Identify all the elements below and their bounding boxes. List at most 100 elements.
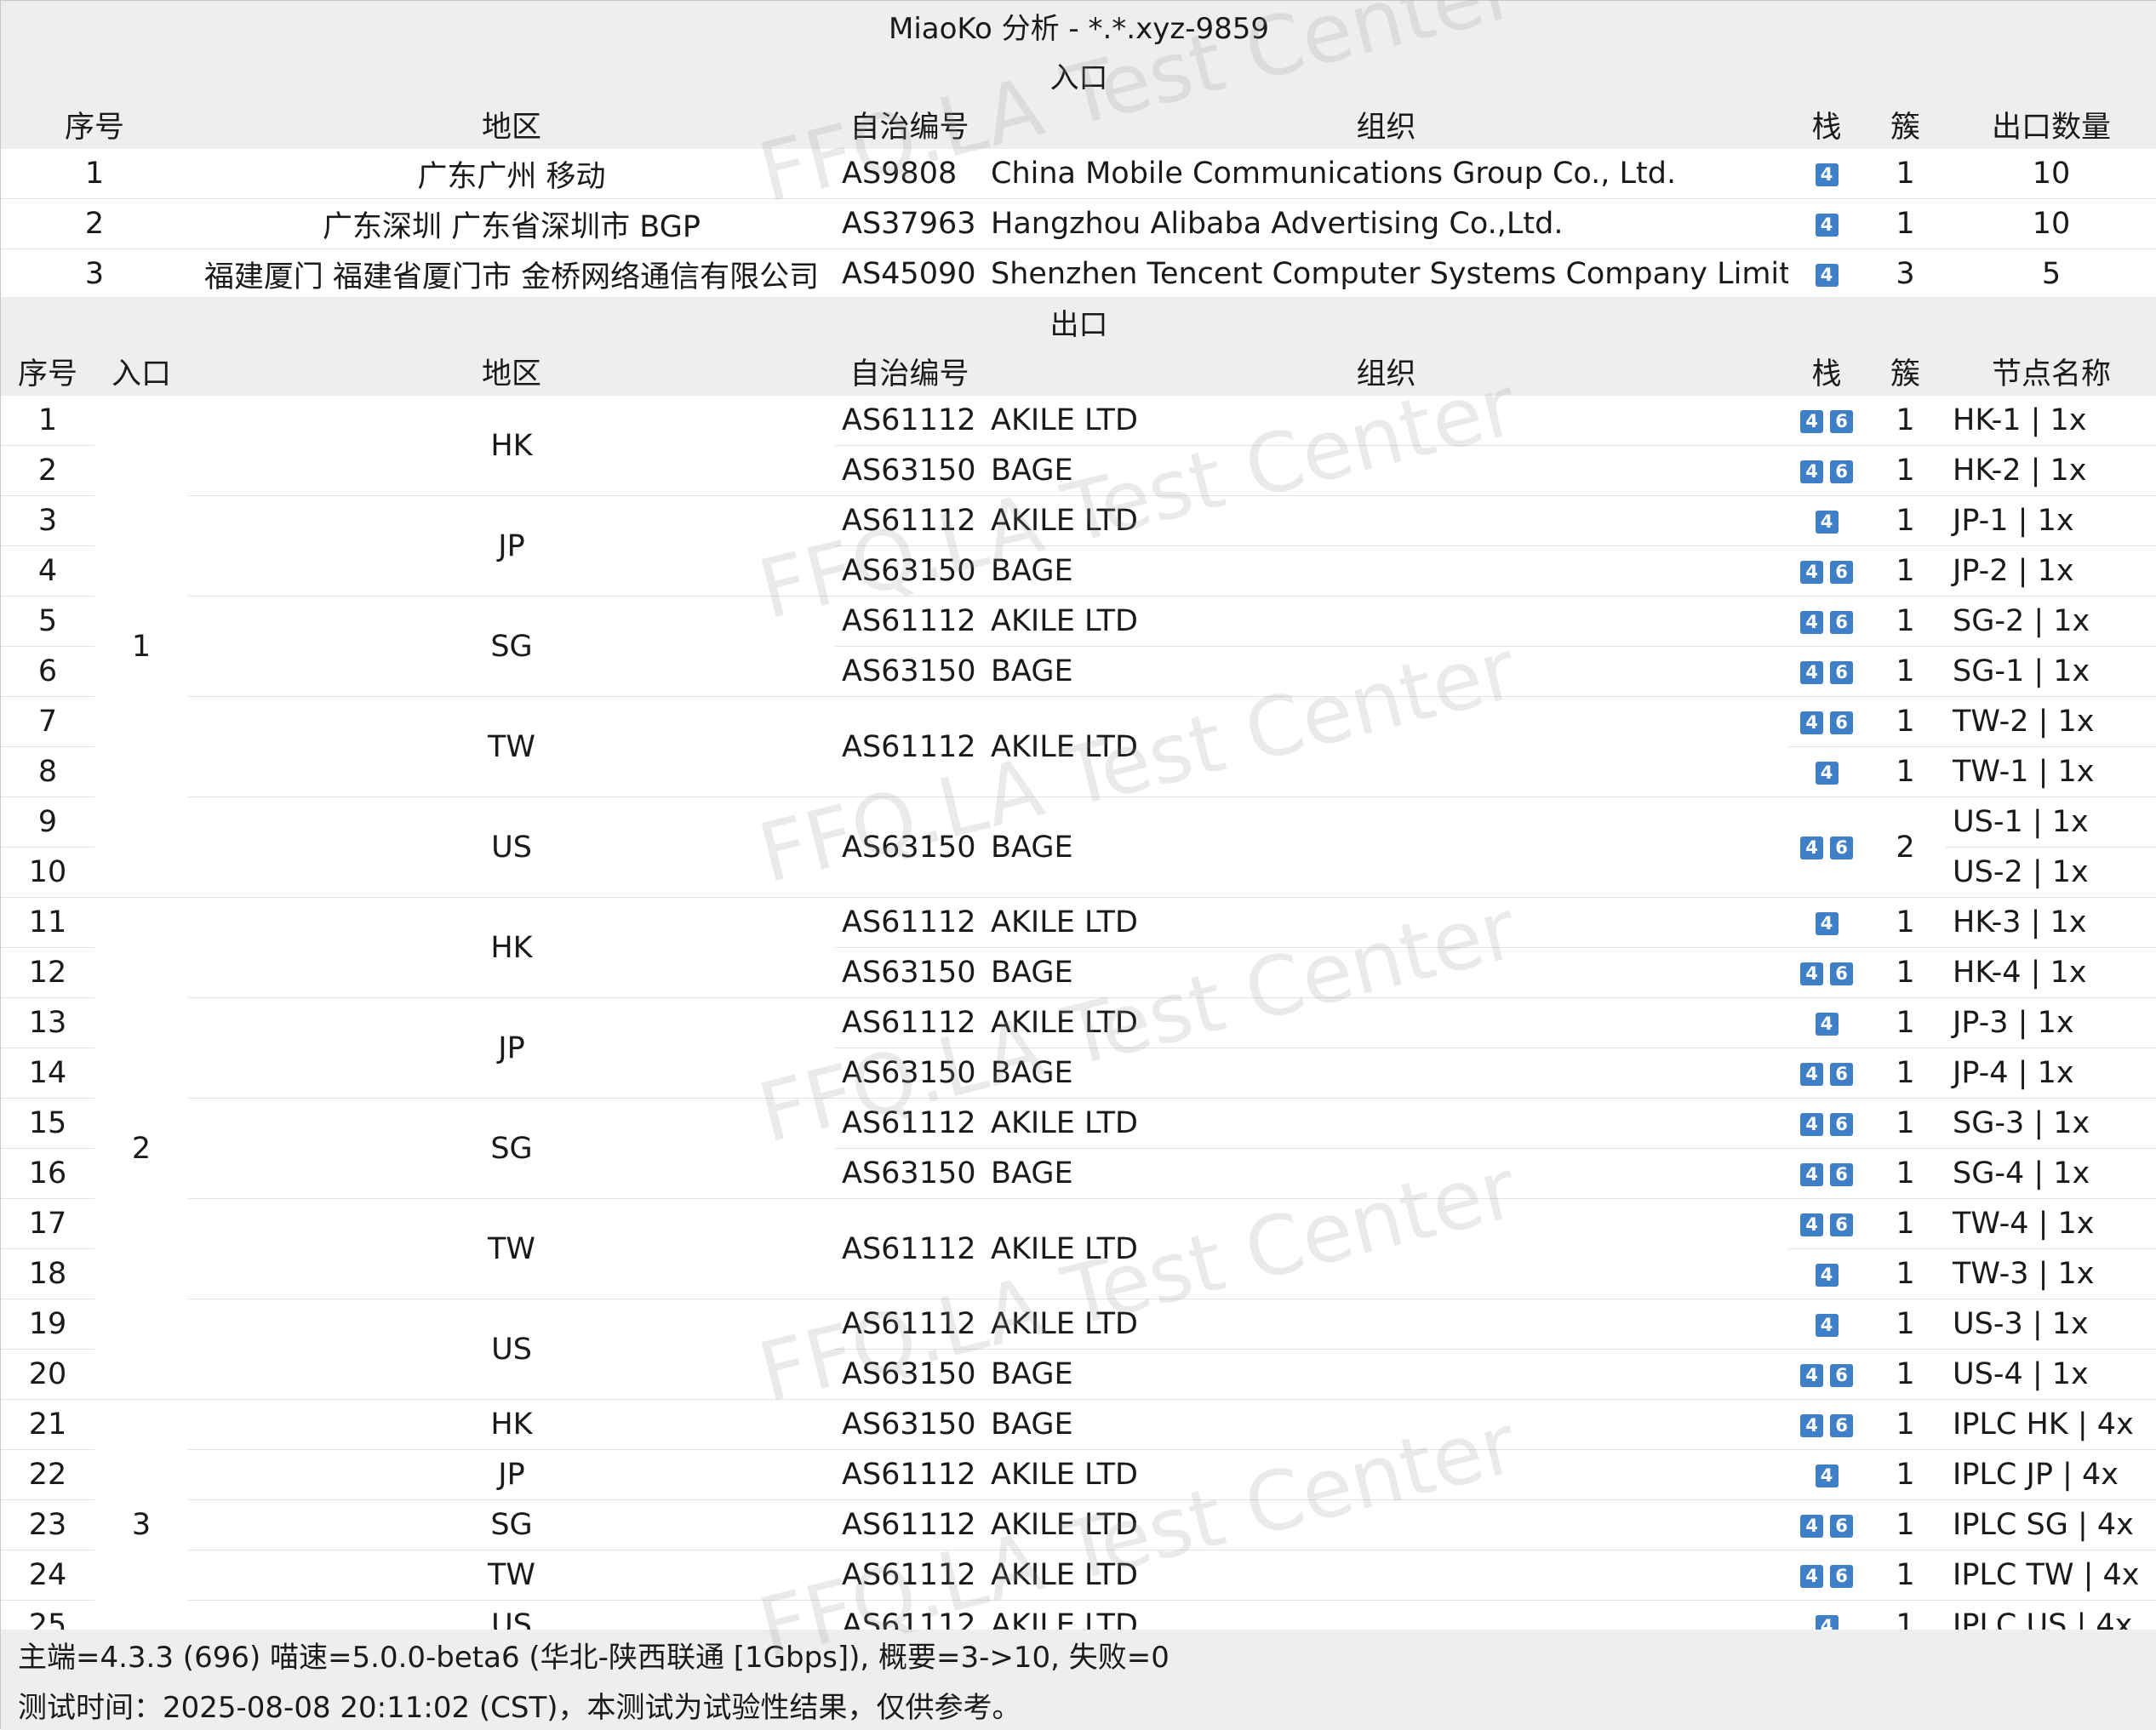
ipv6-badge-icon: 6 [1830, 1112, 1853, 1136]
outbound-node-name: IPLC SG | 4x [1946, 1499, 2156, 1550]
outbound-region: SG [188, 1098, 835, 1199]
ipv6-badge-icon: 6 [1830, 711, 1853, 734]
ipv4-badge-icon: 4 [1815, 1263, 1839, 1287]
outbound-cluster: 1 [1865, 1248, 1946, 1299]
outbound-cluster: 1 [1865, 596, 1946, 647]
ipv6-badge-icon: 6 [1830, 1564, 1853, 1588]
outbound-org: AKILE LTD [984, 1299, 1788, 1350]
outbound-org: BAGE [984, 1148, 1788, 1199]
outbound-cluster: 1 [1865, 1198, 1946, 1249]
outbound-cluster: 2 [1865, 796, 1946, 898]
ipv4-badge-icon: 4 [1815, 911, 1839, 935]
outbound-node-name: HK-2 | 1x [1946, 445, 2156, 496]
ip-stack-cell: 4 [1788, 997, 1865, 1048]
outbound-idx: 5 [1, 596, 94, 647]
ip-stack-cell: 4 [1788, 1299, 1865, 1350]
ipv4-badge-icon: 4 [1800, 409, 1823, 433]
outbound-node-name: IPLC HK | 4x [1946, 1399, 2156, 1450]
outbound-idx: 7 [1, 696, 94, 747]
outbound-region: US [188, 796, 835, 898]
outbound-idx: 21 [1, 1399, 94, 1450]
inbound-header-asn: 自治编号 [835, 100, 984, 149]
outbound-cluster: 1 [1865, 997, 1946, 1048]
outbound-region: TW [188, 1550, 835, 1601]
ipv4-badge-icon: 4 [1800, 711, 1823, 734]
outbound-org: BAGE [984, 1048, 1788, 1099]
table-row: 17 TW AS61112 AKILE LTD 4 6 1 TW-4 | 1x [1, 1198, 2156, 1299]
outbound-header-stack: 栈 [1788, 346, 1865, 396]
outbound-idx: 13 [1, 997, 94, 1048]
ipv4-badge-icon: 4 [1800, 836, 1823, 859]
ipv6-badge-icon: 6 [1830, 1514, 1853, 1538]
outbound-idx: 8 [1, 746, 94, 797]
outbound-region: TW [188, 1198, 835, 1299]
outbound-cluster: 1 [1865, 746, 1946, 797]
outbound-header-org: 组织 [984, 346, 1788, 396]
outbound-idx: 6 [1, 646, 94, 697]
ip-stack-cell: 4 [1788, 495, 1865, 546]
ip-stack-cell: 46 [1788, 796, 1865, 898]
ipv4-badge-icon: 4 [1800, 1514, 1823, 1538]
ipv6-badge-icon: 6 [1830, 1413, 1853, 1437]
outbound-cluster: 1 [1865, 495, 1946, 546]
ip-stack-cell: 46 [1788, 646, 1865, 697]
outbound-table: 序号 入口 地区 自治编号 组织 栈 簇 节点名称 1 1 HK AS61112 AKI… [1, 346, 2156, 1651]
outbound-asn: AS63150 [835, 1399, 984, 1450]
table-row: 11 2 HK AS61112 AKILE LTD 4 1 HK-3 | 1x [1, 897, 2156, 1400]
outbound-org: AKILE LTD [984, 997, 1788, 1048]
outbound-idx: 3 [1, 495, 94, 546]
table-row: 3 福建厦门 福建省厦门市 金桥网络通信有限公司 AS45090 Shenzhen T… [1, 248, 2156, 300]
outbound-org: BAGE [984, 646, 1788, 697]
outbound-cluster: 1 [1865, 1148, 1946, 1199]
outbound-asn: AS61112 [835, 495, 984, 546]
outbound-idx: 10 [1, 847, 94, 898]
footer-summary-bar: 主端=4.3.3 (696) 喵速=5.0.0-beta6 (华北-陕西联通 [… [1, 1630, 2156, 1679]
outbound-idx: 18 [1, 1248, 94, 1299]
table-row: 23 SG AS61112 AKILE LTD 4 6 1 IPLC SG | 4x [1, 1499, 2156, 1550]
ip-stack-cell: 46 [1788, 1198, 1865, 1249]
outbound-org: AKILE LTD [984, 1499, 1788, 1550]
outbound-cluster: 1 [1865, 545, 1946, 597]
ipv6-badge-icon: 6 [1830, 1213, 1853, 1236]
outbound-org: AKILE LTD [984, 897, 1788, 948]
ipv4-badge-icon: 4 [1800, 660, 1823, 684]
ipv6-badge-icon: 6 [1830, 409, 1853, 433]
outbound-idx: 22 [1, 1449, 94, 1500]
outbound-idx: 17 [1, 1198, 94, 1249]
outbound-node-name: HK-3 | 1x [1946, 897, 2156, 948]
outbound-asn: AS63150 [835, 646, 984, 697]
outbound-cluster: 1 [1865, 646, 1946, 697]
outbound-header-entry: 入口 [94, 346, 188, 396]
ipv6-badge-icon: 6 [1830, 560, 1853, 584]
outbound-idx: 1 [1, 396, 94, 446]
ipv6-badge-icon: 6 [1830, 1363, 1853, 1387]
outbound-entry: 2 [94, 897, 188, 1400]
outbound-org: BAGE [984, 947, 1788, 998]
ip-stack-cell: 46 [1788, 445, 1865, 496]
ipv4-badge-icon: 4 [1815, 510, 1839, 534]
outbound-cluster: 1 [1865, 897, 1946, 948]
table-row: 22 JP AS61112 AKILE LTD 4 1 IPLC JP | 4x [1, 1449, 2156, 1500]
outbound-asn: AS63150 [835, 445, 984, 496]
outbound-node-name: SG-2 | 1x [1946, 596, 2156, 647]
ip-stack-cell: 46 [1788, 947, 1865, 998]
ipv4-badge-icon: 4 [1815, 213, 1839, 237]
outbound-node-name: SG-4 | 1x [1946, 1148, 2156, 1199]
outbound-idx: 16 [1, 1148, 94, 1199]
inbound-header-stack: 栈 [1788, 100, 1865, 149]
outbound-cluster: 1 [1865, 1349, 1946, 1400]
outbound-asn: AS63150 [835, 1349, 984, 1400]
outbound-idx: 4 [1, 545, 94, 597]
outbound-cluster: 1 [1865, 396, 1946, 446]
footer-summary: 主端=4.3.3 (696) 喵速=5.0.0-beta6 (华北-陕西联通 [… [18, 1640, 1170, 1675]
outbound-node-name: US-4 | 1x [1946, 1349, 2156, 1400]
inbound-idx: 3 [1, 248, 188, 300]
outbound-node-name: IPLC TW | 4x [1946, 1550, 2156, 1601]
table-row: 9 US AS63150 BAGE 4 6 2 US-1 | 1x [1, 796, 2156, 898]
inbound-header-idx: 序号 [1, 100, 188, 149]
outbound-idx: 2 [1, 445, 94, 496]
inbound-org: Shenzhen Tencent Computer Systems Compan… [984, 248, 1788, 300]
table-row: 13 JP AS61112 AKILE LTD 4 1 JP-3 | 1x [1, 997, 2156, 1099]
ipv4-badge-icon: 4 [1800, 1413, 1823, 1437]
outbound-cluster: 1 [1865, 947, 1946, 998]
